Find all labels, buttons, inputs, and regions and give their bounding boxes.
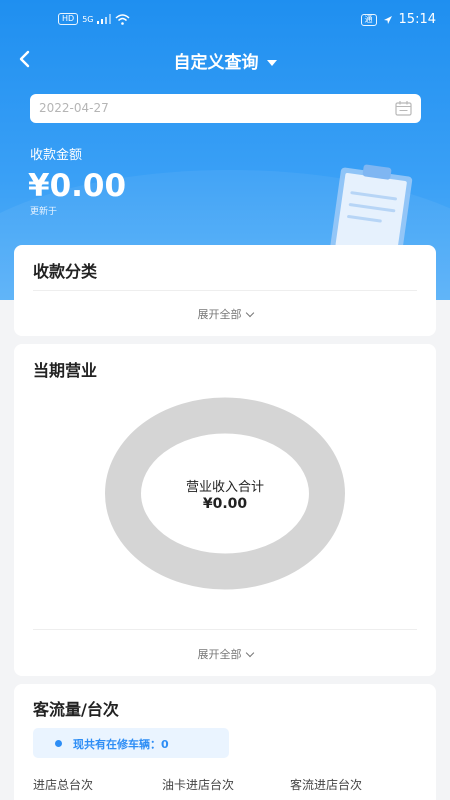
revenue-total-value: ¥0.00 [202,496,248,512]
chevron-down-icon [245,308,254,318]
status-bar: HD 5G 通 15:14 [0,0,450,40]
expand-all-label: 展开全部 [197,308,242,321]
repair-count-text: 现共有在修车辆：0 [73,738,169,751]
date-value: 2022-04-27 [39,101,109,115]
caret-down-icon [266,60,277,66]
expand-all-button[interactable]: 展开全部 [14,306,436,322]
expand-all-label: 展开全部 [197,648,242,661]
signal-icon [97,14,112,24]
info-dot-icon [55,740,62,747]
clipboard-illustration [330,164,413,254]
amount-value: ¥0.00 [28,168,127,204]
hd-indicator: HD [58,13,79,25]
repair-count-badge: 现共有在修车辆：0 [33,728,229,758]
traffic-card: 客流量/台次 现共有在修车辆：0 进店总台次 油卡进店台次 客流进店台次 [14,684,436,800]
payment-category-title: 收款分类 [33,262,98,281]
stat-label-card-visits: 油卡进店台次 [162,778,235,792]
expand-all-button[interactable]: 展开全部 [14,646,436,662]
page-title: 自定义查询 [173,53,259,73]
traffic-title: 客流量/台次 [33,700,119,719]
status-left: HD 5G [58,13,130,25]
stat-label-total-visits: 进店总台次 [33,778,94,792]
business-card: 当期营业 营业收入合计 ¥0.00 展开全部 [14,344,436,676]
query-type-selector[interactable]: 自定义查询 [0,48,450,73]
mode-chip: 通 [360,13,377,26]
location-icon [383,15,392,24]
chevron-down-icon [245,648,254,658]
wifi-icon [115,13,130,25]
payment-category-card: 收款分类 展开全部 [14,245,436,336]
updated-label: 更新于 [30,207,58,217]
amount-label: 收款金额 [30,148,83,163]
signal-label: 5G [82,14,94,24]
stat-label-customer-visits: 客流进店台次 [290,778,363,792]
calendar-icon[interactable] [395,100,412,116]
nav-bar: 自定义查询 [0,40,450,80]
divider [33,290,417,291]
date-field[interactable]: 2022-04-27 [30,94,421,123]
revenue-total-label: 营业收入合计 [185,480,264,495]
clock: 15:14 [398,12,436,27]
business-title: 当期营业 [33,361,98,380]
divider [33,629,417,630]
status-right: 通 15:14 [360,12,436,27]
